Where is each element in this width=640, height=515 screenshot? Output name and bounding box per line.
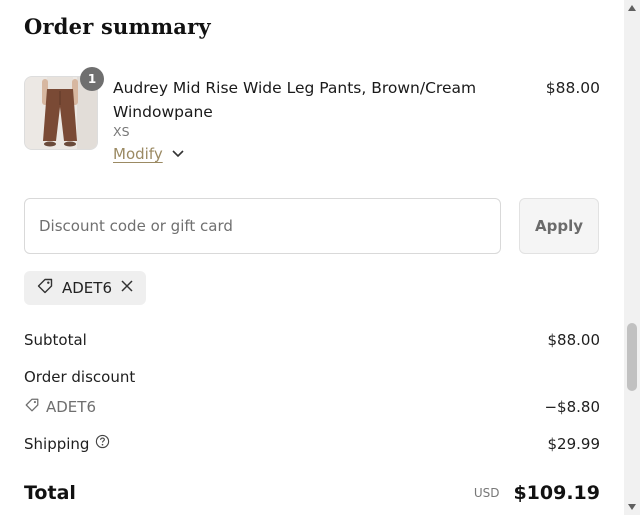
- applied-code-label: ADET6: [62, 279, 112, 297]
- total-label: Total: [24, 482, 76, 504]
- quantity-badge: 1: [80, 67, 104, 91]
- modify-label: Modify: [113, 145, 163, 163]
- shipping-value: $29.99: [547, 434, 601, 453]
- scroll-thumb[interactable]: [627, 323, 637, 391]
- scroll-down-arrow[interactable]: [628, 504, 636, 510]
- subtotal-label: Subtotal: [24, 331, 87, 349]
- product-variant: XS: [113, 124, 130, 139]
- scroll-up-arrow[interactable]: [628, 5, 636, 11]
- subtotal-row: Subtotal $88.00: [24, 331, 600, 349]
- total-value: $109.19: [513, 482, 600, 504]
- modify-button[interactable]: Modify: [113, 145, 185, 163]
- discount-value: −$8.80: [544, 398, 600, 416]
- discount-code-label: ADET6: [46, 398, 96, 416]
- subtotal-value: $88.00: [547, 331, 601, 349]
- apply-button[interactable]: Apply: [519, 198, 599, 254]
- chevron-down-icon: [171, 145, 185, 163]
- applied-code-chip: ADET6: [24, 271, 146, 305]
- order-discount-row: Order discount: [24, 368, 600, 386]
- product-name: Audrey Mid Rise Wide Leg Pants, Brown/Cr…: [113, 79, 477, 121]
- discount-code-input[interactable]: [24, 198, 501, 254]
- scrollbar[interactable]: [624, 0, 640, 515]
- order-summary-title: Order summary: [24, 14, 211, 39]
- tag-icon: [24, 397, 40, 417]
- discount-code-row: ADET6 −$8.80: [24, 397, 600, 417]
- close-icon[interactable]: [120, 279, 134, 297]
- currency-code: USD: [473, 486, 500, 500]
- total-row: Total USD $109.19: [24, 482, 600, 504]
- product-price: $88.00: [545, 79, 600, 97]
- shipping-label: Shipping: [24, 434, 90, 453]
- help-icon[interactable]: [95, 434, 110, 453]
- order-discount-label: Order discount: [24, 368, 136, 386]
- tag-icon: [36, 277, 54, 299]
- shipping-row: Shipping $29.99: [24, 434, 600, 453]
